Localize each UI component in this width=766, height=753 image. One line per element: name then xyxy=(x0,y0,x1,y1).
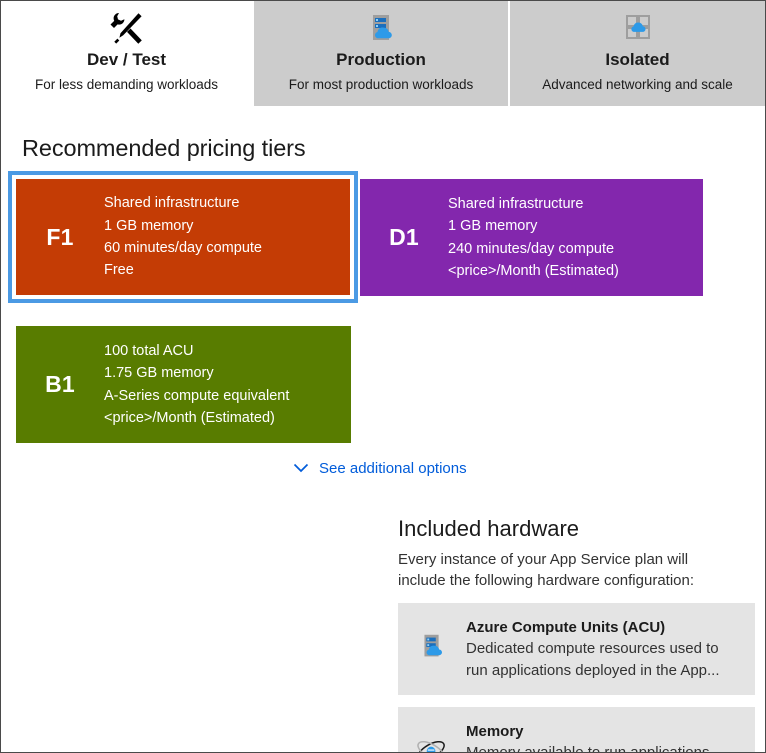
tab-isolated[interactable]: Isolated Advanced networking and scale xyxy=(510,1,765,106)
tier-line-4: <price>/Month (Estimated) xyxy=(104,409,275,426)
tier-line-2: 1 GB memory xyxy=(104,217,194,234)
hardware-card-text-line-2: run applications deployed in the App... xyxy=(466,662,720,679)
tier-code: F1 xyxy=(46,223,74,250)
see-additional-options-label: See additional options xyxy=(319,459,467,477)
tier-details: 100 total ACU 1.75 GB memory A-Series co… xyxy=(104,340,351,430)
pricing-tier-card-f1[interactable]: F1 Shared infrastructure 1 GB memory 60 … xyxy=(16,179,350,295)
tab-subtitle: For less demanding workloads xyxy=(34,77,219,92)
tools-icon xyxy=(108,7,146,49)
included-hardware-title: Included hardware xyxy=(398,516,580,541)
tier-code: B1 xyxy=(45,371,75,397)
hardware-card-title: Memory xyxy=(466,723,524,740)
hardware-card-body: Azure Compute Units (ACU) Dedicated comp… xyxy=(466,617,743,695)
grid-cloud-icon xyxy=(621,7,655,49)
pricing-tier-card-b1[interactable]: B1 100 total ACU 1.75 GB memory A-Series… xyxy=(16,326,351,443)
description-line-1: Every instance of your App Service plan … xyxy=(398,551,689,568)
tab-production[interactable]: Production For most production workloads xyxy=(254,1,510,106)
tab-subtitle: Advanced networking and scale xyxy=(542,77,733,92)
hardware-card-text-line-1: Memory available to run applications xyxy=(466,744,710,753)
included-hardware-section: Included hardware Every instance of your… xyxy=(398,515,755,753)
memory-atom-icon xyxy=(410,721,454,752)
hardware-card-text-line-1: Dedicated compute resources used to xyxy=(466,640,719,657)
tier-line-3: 60 minutes/day compute xyxy=(104,240,262,256)
tier-code: D1 xyxy=(389,224,419,250)
hardware-card-acu[interactable]: Azure Compute Units (ACU) Dedicated comp… xyxy=(398,603,755,695)
tier-line-3: 240 minutes/day compute xyxy=(448,240,615,257)
pricing-tier-f1-selected-frame[interactable]: F1 Shared infrastructure 1 GB memory 60 … xyxy=(8,171,358,303)
page-title: Recommended pricing tiers xyxy=(22,135,306,161)
pricing-tier-picker-page: Dev / Test For less demanding workloads … xyxy=(0,0,766,753)
chevron-down-icon xyxy=(293,463,309,473)
tier-line-4: Free xyxy=(104,262,134,279)
tier-line-3: A-Series compute equivalent xyxy=(104,387,290,404)
see-additional-options-link[interactable]: See additional options xyxy=(292,459,467,477)
tab-title: Dev / Test xyxy=(86,50,167,69)
tab-subtitle: For most production workloads xyxy=(288,77,474,92)
description-line-2: include the following hardware configura… xyxy=(398,572,695,589)
server-cloud-icon xyxy=(364,7,398,49)
tier-line-4: <price>/Month (Estimated) xyxy=(448,262,619,279)
tier-line-1: Shared infrastructure xyxy=(104,195,240,212)
tier-line-1: 100 total ACU xyxy=(104,342,194,359)
tier-line-1: Shared infrastructure xyxy=(448,195,584,212)
tab-dev-test[interactable]: Dev / Test For less demanding workloads xyxy=(1,1,254,106)
tier-details: Shared infrastructure 1 GB memory 60 min… xyxy=(104,192,350,282)
tier-details: Shared infrastructure 1 GB memory 240 mi… xyxy=(448,193,703,283)
server-cloud-icon xyxy=(410,617,454,695)
hardware-card-title: Azure Compute Units (ACU) xyxy=(466,619,666,636)
tier-line-2: 1 GB memory xyxy=(448,218,538,235)
tab-title: Isolated xyxy=(605,50,670,69)
tab-title: Production xyxy=(336,50,426,69)
workload-type-tabs: Dev / Test For less demanding workloads … xyxy=(1,1,765,106)
hardware-card-body: Memory Memory available to run applicati… xyxy=(466,721,743,753)
included-hardware-description: Every instance of your App Service plan … xyxy=(398,549,723,591)
tier-line-2: 1.75 GB memory xyxy=(104,365,214,382)
hardware-card-memory[interactable]: Memory Memory available to run applicati… xyxy=(398,707,755,753)
pricing-tier-card-d1[interactable]: D1 Shared infrastructure 1 GB memory 240… xyxy=(360,179,703,296)
